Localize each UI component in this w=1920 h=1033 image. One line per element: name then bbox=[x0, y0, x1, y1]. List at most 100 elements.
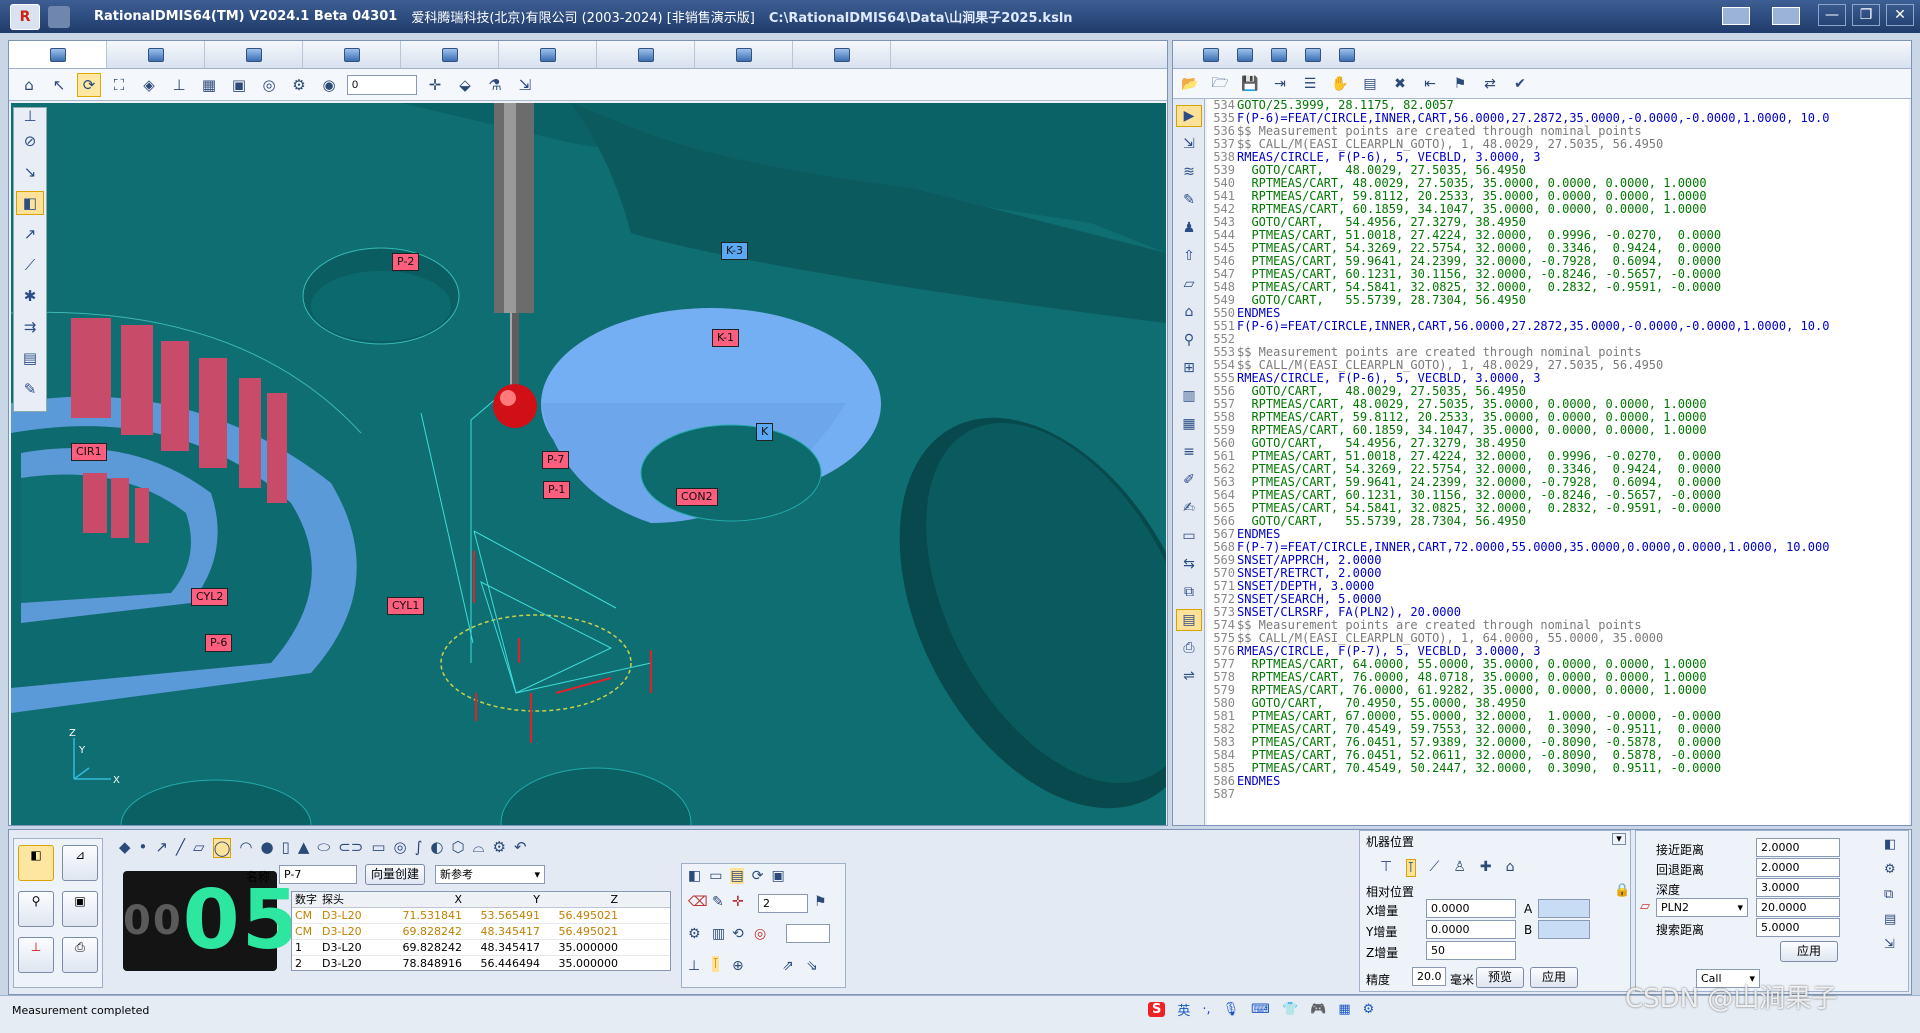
upload-icon[interactable]: ⇧ bbox=[1176, 245, 1202, 267]
collapse-icon[interactable]: ▾ bbox=[1612, 833, 1626, 845]
settings-export-icon[interactable]: ⇲ bbox=[1884, 937, 1896, 952]
app-logo-icon[interactable]: R bbox=[10, 3, 40, 30]
auto-measure-icon[interactable]: ⚙ bbox=[688, 926, 701, 942]
import-icon[interactable]: ⇤ bbox=[1419, 74, 1441, 94]
feature-label-k1[interactable]: K-1 bbox=[712, 329, 740, 347]
camera-icon[interactable] bbox=[1772, 7, 1800, 25]
monitor-icon[interactable]: ▭ bbox=[709, 868, 722, 884]
x-increment-input[interactable]: 0.0000 bbox=[1426, 899, 1516, 918]
minimize-button[interactable]: — bbox=[1818, 4, 1846, 26]
b-input[interactable] bbox=[1538, 920, 1590, 939]
tab-features[interactable] bbox=[303, 41, 401, 68]
save-icon[interactable]: 💾 bbox=[1239, 74, 1261, 94]
tab-report[interactable] bbox=[695, 41, 793, 68]
table-row[interactable]: 1 D3-L20 69.828242 48.345417 35.000000 bbox=[292, 940, 670, 956]
probe-angle-input[interactable] bbox=[347, 74, 417, 95]
feature-label-k3[interactable]: K-3 bbox=[721, 242, 749, 260]
vector-point-icon[interactable]: ↗ bbox=[155, 838, 168, 858]
feature-label-p1[interactable]: P-1 bbox=[543, 481, 571, 499]
edit-points-icon[interactable]: ✎ bbox=[712, 894, 724, 910]
house-icon[interactable]: ⌂ bbox=[1176, 301, 1202, 323]
dmis-code-editor[interactable]: 534 GOTO/25.3999, 28.1175, 82.0057 535 F(P-… bbox=[1207, 99, 1909, 825]
probe-edit-icon[interactable]: ✎ bbox=[16, 377, 44, 401]
person-icon[interactable]: ♟ bbox=[1176, 217, 1202, 239]
close-button[interactable]: ✕ bbox=[1886, 4, 1914, 26]
printer-button[interactable]: ⎙ bbox=[62, 937, 98, 973]
col-header-y[interactable]: Y bbox=[462, 892, 540, 907]
probe-star-icon[interactable]: ✱ bbox=[16, 284, 44, 308]
probe-mode-button[interactable]: ◧ bbox=[18, 845, 54, 881]
open-file-icon[interactable]: 🗁 bbox=[1209, 74, 1231, 94]
page-icon[interactable]: ▤ bbox=[1176, 609, 1202, 631]
center-icon[interactable]: ✛ bbox=[732, 894, 744, 910]
ime-keyboard-icon[interactable]: ⌨ bbox=[1251, 1002, 1270, 1017]
feature-label-p2[interactable]: P-2 bbox=[392, 253, 420, 271]
open-folder-icon[interactable]: 📂 bbox=[1179, 74, 1201, 94]
box-button[interactable]: ▣ bbox=[62, 891, 98, 927]
code-line[interactable]: 587 bbox=[1207, 788, 1909, 801]
tab-probe[interactable] bbox=[9, 41, 107, 68]
monitor-icon[interactable]: ▭ bbox=[1176, 525, 1202, 547]
bucket-icon[interactable]: ▥ bbox=[712, 926, 725, 942]
code-line[interactable]: 549 GOTO/CART, 55.5739, 28.7304, 56.4950 bbox=[1207, 294, 1909, 307]
axis-icon[interactable]: ⊥ bbox=[167, 73, 191, 97]
machine-probe-icon[interactable]: ⊺ bbox=[1406, 859, 1416, 877]
feature-name-input[interactable]: P-7 bbox=[279, 865, 357, 884]
clearance-distance-input[interactable]: 20.0000 bbox=[1756, 898, 1840, 917]
settings-paste-icon[interactable]: ▤ bbox=[1884, 912, 1896, 927]
ellipse-icon[interactable]: ⬭ bbox=[317, 838, 330, 858]
circle-feature-icon[interactable]: ◯ bbox=[212, 838, 232, 858]
rotate-icon[interactable]: ⟳ bbox=[77, 72, 101, 97]
probe-tip-icon[interactable]: ⇲ bbox=[513, 73, 537, 97]
ime-game-icon[interactable]: 🎮 bbox=[1310, 1002, 1326, 1017]
cylinder-feature-icon[interactable]: ▯ bbox=[282, 838, 290, 858]
stats-icon[interactable]: ▥ bbox=[1176, 385, 1202, 407]
layout-icon[interactable] bbox=[1722, 7, 1750, 25]
col-header-probe[interactable]: 探头 bbox=[322, 892, 382, 907]
ime-skin-icon[interactable]: 👕 bbox=[1282, 1002, 1298, 1017]
undo-icon[interactable]: ↶ bbox=[514, 838, 527, 858]
apply-position-button[interactable]: 应用 bbox=[1530, 967, 1578, 988]
code-line[interactable]: 586 ENDMES bbox=[1207, 775, 1909, 788]
code-line[interactable]: 585 PTMEAS/CART, 70.4549, 50.2447, 32.00… bbox=[1207, 762, 1909, 775]
crosshair-icon[interactable]: ✛ bbox=[423, 73, 447, 97]
probe-head-icon[interactable]: ⬙ bbox=[453, 73, 477, 97]
lock-icon[interactable]: 🔒 bbox=[1614, 883, 1630, 898]
tab-program[interactable] bbox=[107, 41, 205, 68]
camera-view-icon[interactable] bbox=[1305, 47, 1321, 62]
ime-punct-icon[interactable]: ·, bbox=[1202, 1002, 1210, 1017]
3d-viewport[interactable]: Z X Y ⊥ ⊘ ↘ ◧ ↗ ⟋ ✱ ⇉ ▤ ✎ P-2 K-3 K-1 K … bbox=[11, 103, 1166, 825]
auto-feature-icon[interactable]: ◆ bbox=[119, 838, 131, 858]
axis-button[interactable]: ⊥ bbox=[18, 937, 54, 973]
refresh-icon[interactable]: ⟳ bbox=[752, 868, 764, 884]
cone-icon[interactable]: ▲ bbox=[298, 838, 310, 858]
maximize-button[interactable]: ❐ bbox=[1852, 4, 1880, 26]
settings-gear-icon[interactable]: ⚙ bbox=[1884, 862, 1896, 877]
circle-center-icon[interactable]: ⊕ bbox=[732, 958, 744, 974]
slot-icon[interactable]: ⊂⊃ bbox=[338, 838, 363, 858]
machine-add-icon[interactable]: ✚ bbox=[1480, 859, 1492, 877]
flag-icon[interactable]: ⚑ bbox=[1449, 74, 1471, 94]
gear-feature-icon[interactable]: ⚙ bbox=[493, 838, 506, 858]
probe-off-icon[interactable]: ⊘ bbox=[16, 129, 44, 153]
preview-button[interactable]: 预览 bbox=[1476, 967, 1524, 988]
col-header-number[interactable]: 数字 bbox=[292, 892, 322, 907]
iso-view-icon[interactable]: ◈ bbox=[137, 73, 161, 97]
hand-icon[interactable]: ✋ bbox=[1329, 74, 1351, 94]
tab-settings[interactable] bbox=[793, 41, 891, 68]
chart-icon[interactable]: ⊞ bbox=[1176, 357, 1202, 379]
eraser-icon[interactable]: ⌫ bbox=[688, 894, 708, 910]
step-icon[interactable]: ⇲ bbox=[1176, 133, 1202, 155]
probe-calib-icon[interactable]: ⚗ bbox=[483, 73, 507, 97]
probe-select-icon[interactable]: ↘ bbox=[16, 160, 44, 184]
table-row[interactable]: CM D3-L20 69.828242 48.345417 56.495021 bbox=[292, 924, 670, 940]
app-menu-icon[interactable] bbox=[48, 5, 70, 28]
color-icon[interactable]: ▦ bbox=[197, 73, 221, 97]
ime-grid-icon[interactable]: ▦ bbox=[1338, 1002, 1350, 1017]
machine-home-icon[interactable]: ⌂ bbox=[1506, 859, 1515, 877]
lines-icon[interactable]: ≡ bbox=[1176, 441, 1202, 463]
flip-icon[interactable]: ⇘ bbox=[806, 958, 818, 974]
machine-icon[interactable]: ⚙ bbox=[287, 73, 311, 97]
edit-icon[interactable]: ✎ bbox=[1176, 189, 1202, 211]
zoom-fit-icon[interactable]: ⛶ bbox=[107, 73, 131, 97]
